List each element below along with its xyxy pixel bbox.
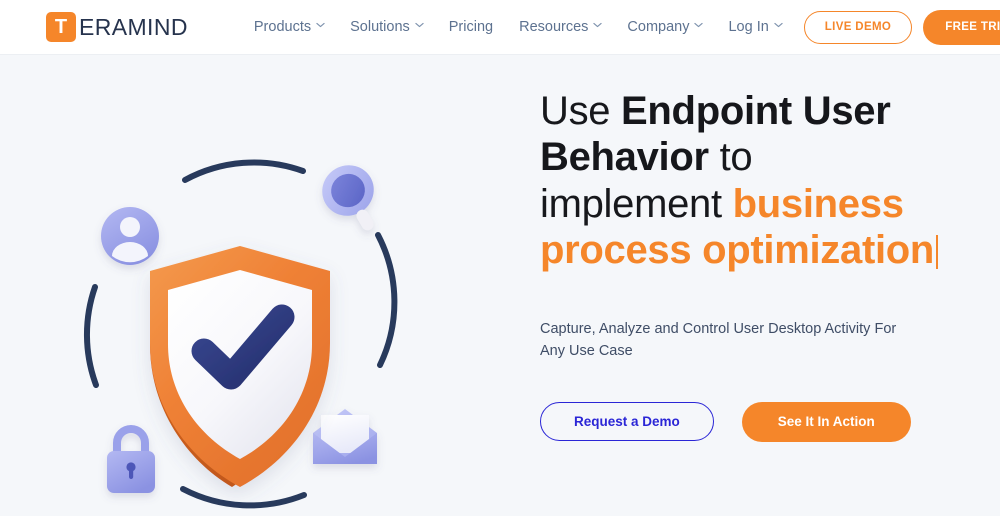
logo-wordmark: ERAMIND — [79, 13, 188, 40]
chevron-down-icon — [694, 22, 704, 30]
nav-item-log-in-label: Log In — [728, 19, 769, 35]
nav-item-pricing[interactable]: Pricing — [449, 19, 493, 35]
hero-illustration — [0, 55, 500, 516]
page-root: T ERAMIND Products Solutions Pricing Res — [0, 0, 1000, 516]
chevron-down-icon — [774, 22, 783, 30]
logo-mark-icon: T — [46, 12, 76, 42]
nav-item-products-label: Products — [253, 19, 312, 35]
hero-section: Use Endpoint User Behavior to implement … — [0, 55, 1000, 516]
orbit-arc-bottom — [180, 486, 307, 509]
live-demo-button[interactable]: LIVE DEMO — [803, 10, 913, 44]
nav-item-resources-label: Resources — [519, 19, 589, 35]
orbit-arc-top — [182, 159, 306, 183]
headline-part-1: Use — [540, 89, 622, 133]
orbit-arc-left — [83, 284, 99, 388]
padlock-icon — [107, 425, 155, 493]
chevron-down-icon — [316, 22, 325, 30]
request-a-demo-button[interactable]: Request a Demo — [540, 402, 714, 441]
shield-check-icon — [150, 246, 330, 487]
nav-item-company[interactable]: Company — [627, 19, 704, 35]
hero-subhead: Capture, Analyze and Control User Deskto… — [540, 318, 900, 363]
typing-caret-icon — [936, 235, 939, 270]
nav-item-log-in[interactable]: Log In — [728, 19, 783, 35]
nav-item-pricing-label: Pricing — [448, 19, 494, 35]
user-avatar-icon — [101, 207, 159, 265]
nav-item-company-label: Company — [627, 19, 690, 35]
chevron-down-icon — [593, 22, 603, 30]
header-cta-group: LIVE DEMO FREE TRIAL — [803, 9, 1000, 45]
orbit-arc-right — [375, 232, 398, 368]
hero-content: Use Endpoint User Behavior to implement … — [500, 55, 1000, 442]
primary-navigation: Products Solutions Pricing Resources Com… — [253, 19, 783, 35]
see-it-in-action-button[interactable]: See It In Action — [741, 401, 911, 442]
nav-item-solutions[interactable]: Solutions — [350, 19, 424, 35]
teramind-logo[interactable]: T ERAMIND — [46, 12, 188, 42]
free-trial-button[interactable]: FREE TRIAL — [923, 9, 1000, 45]
nav-item-products[interactable]: Products — [253, 19, 325, 35]
hero-subhead-line-1: Capture, Analyze and Control User Deskto… — [540, 320, 871, 337]
nav-item-resources[interactable]: Resources — [519, 19, 603, 35]
nav-item-solutions-label: Solutions — [350, 19, 410, 35]
envelope-icon — [313, 409, 377, 464]
hero-headline: Use Endpoint User Behavior to implement … — [540, 88, 940, 274]
chevron-down-icon — [415, 22, 424, 30]
shield-illustration-svg — [83, 159, 398, 509]
magnifier-icon — [322, 165, 374, 231]
site-header: T ERAMIND Products Solutions Pricing Res — [0, 0, 1000, 55]
hero-cta-group: Request a Demo See It In Action — [540, 401, 1000, 442]
